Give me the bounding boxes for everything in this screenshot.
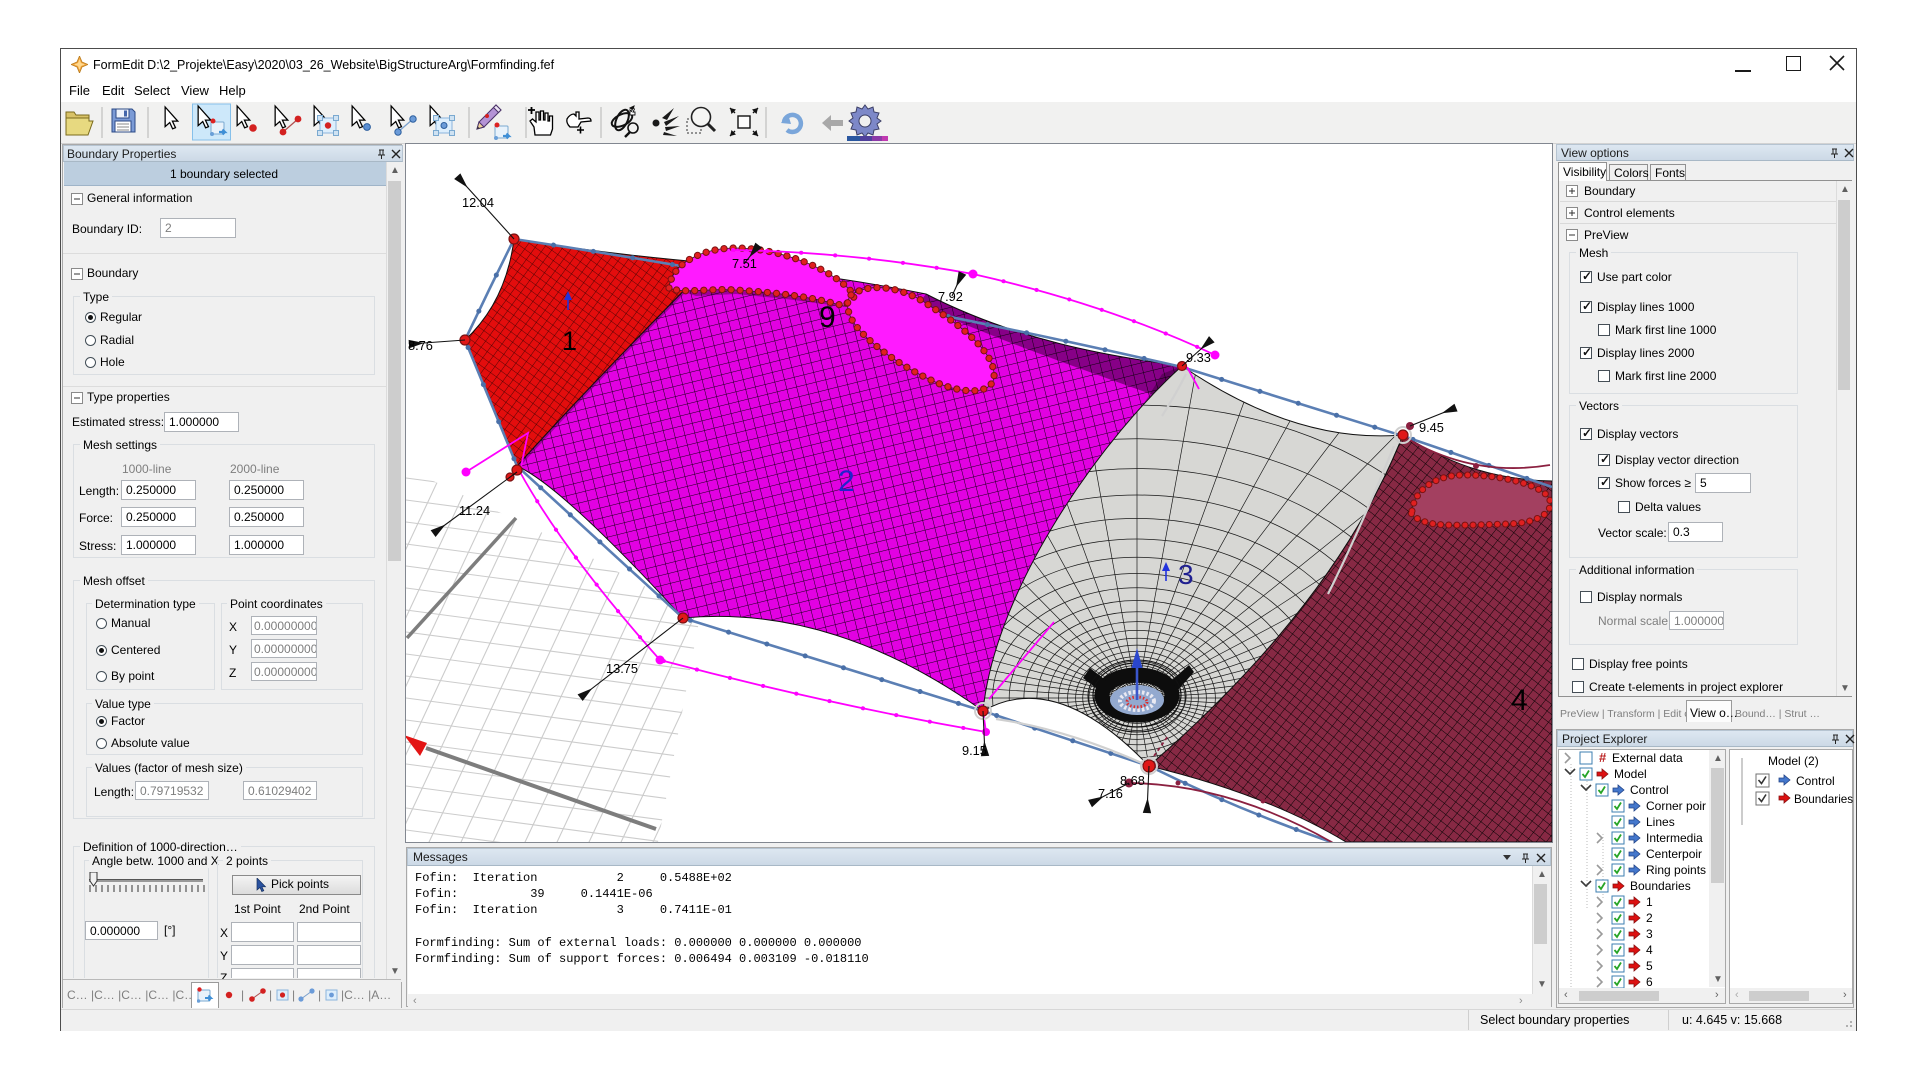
svg-text:1: 1	[562, 326, 577, 356]
svg-text:3: 3	[1646, 927, 1653, 941]
svg-text:|: |	[292, 988, 295, 1002]
svg-text:|: |	[241, 988, 244, 1002]
svg-text:7.51: 7.51	[732, 256, 757, 271]
svg-text:7.92: 7.92	[938, 289, 963, 304]
svg-text:4: 4	[1646, 943, 1653, 957]
svg-text:Lines: Lines	[1646, 815, 1675, 829]
svg-text:Control: Control	[1630, 783, 1669, 797]
svg-text:4: 4	[1511, 684, 1528, 717]
svg-text:Corner poir: Corner poir	[1646, 799, 1706, 813]
svg-text:|: |	[269, 988, 272, 1002]
svg-text:Intermedia: Intermedia	[1646, 831, 1703, 845]
svg-text:2: 2	[1646, 911, 1653, 925]
svg-text:6: 6	[1646, 975, 1653, 988]
svg-text:13.75: 13.75	[606, 661, 638, 676]
svg-text:Model: Model	[1614, 767, 1647, 781]
svg-text:Centerpoir: Centerpoir	[1646, 847, 1702, 861]
svg-text:Model (2): Model (2)	[1768, 754, 1819, 768]
svg-text:Boundaries: Boundaries	[1630, 879, 1691, 893]
svg-text:2: 2	[838, 465, 855, 498]
svg-text:9.15: 9.15	[962, 743, 987, 758]
svg-text:1: 1	[1646, 895, 1653, 909]
svg-text:|: |	[318, 988, 321, 1002]
svg-text:#: #	[1599, 750, 1607, 765]
svg-text:8.68: 8.68	[1120, 773, 1145, 788]
svg-text:Boundaries: Boundaries	[1794, 793, 1853, 806]
svg-text:9.33: 9.33	[1186, 350, 1211, 365]
svg-text:12.04: 12.04	[462, 195, 494, 210]
svg-text:7.16: 7.16	[1098, 786, 1123, 801]
svg-text:External data: External data	[1612, 751, 1683, 765]
svg-text:Ring points: Ring points	[1646, 863, 1706, 877]
svg-text:11.24: 11.24	[459, 503, 490, 518]
svg-text:8.76: 8.76	[408, 338, 433, 353]
svg-text:5: 5	[1646, 959, 1653, 973]
svg-text:Control: Control	[1796, 774, 1835, 788]
svg-text:3: 3	[1178, 559, 1194, 590]
svg-text:9: 9	[819, 301, 836, 334]
svg-text:|C… |A…: |C… |A…	[341, 988, 391, 1002]
svg-text:9.45: 9.45	[1419, 420, 1444, 435]
